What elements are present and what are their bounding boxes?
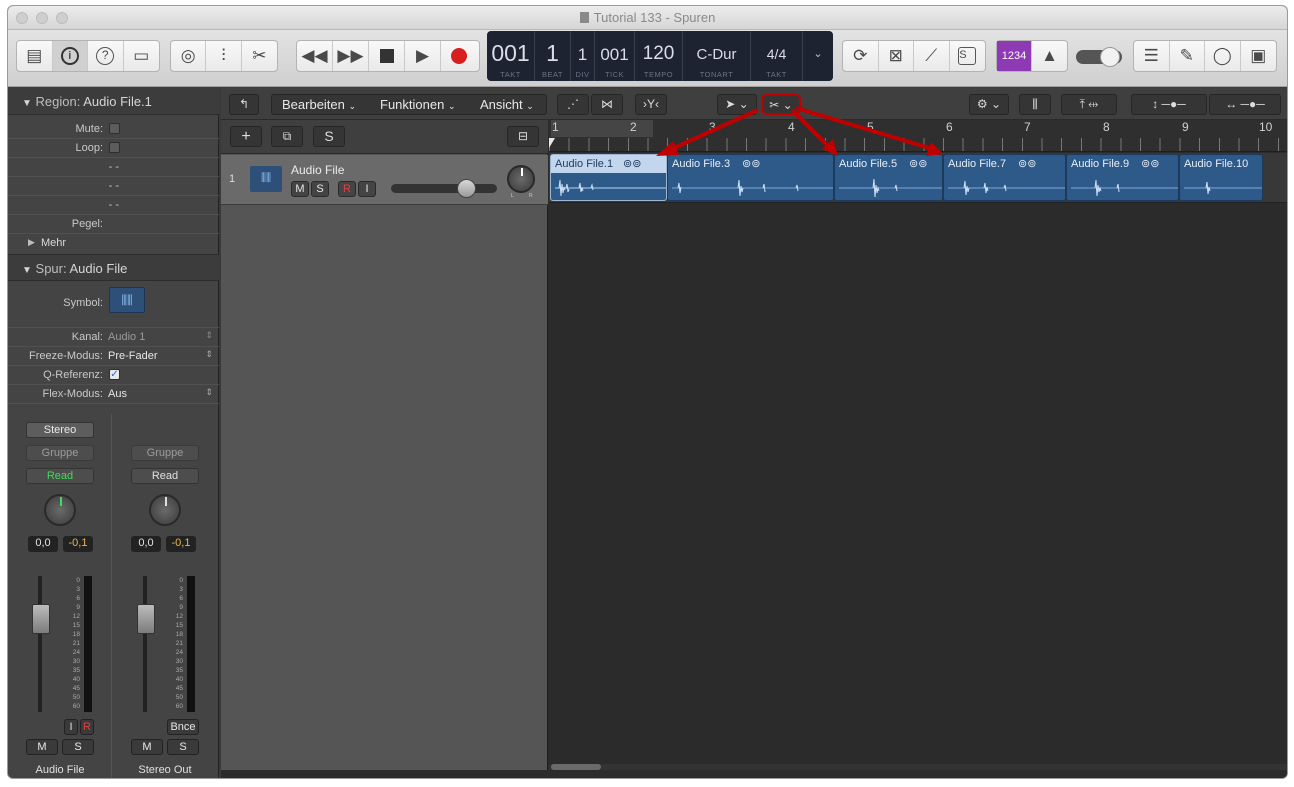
- annotation-arrows: [656, 106, 943, 156]
- annotation-arrow: [664, 108, 759, 154]
- arrowhead-icon: [926, 142, 943, 156]
- arrowhead-icon: [656, 141, 679, 156]
- annotation-arrow: [795, 106, 937, 152]
